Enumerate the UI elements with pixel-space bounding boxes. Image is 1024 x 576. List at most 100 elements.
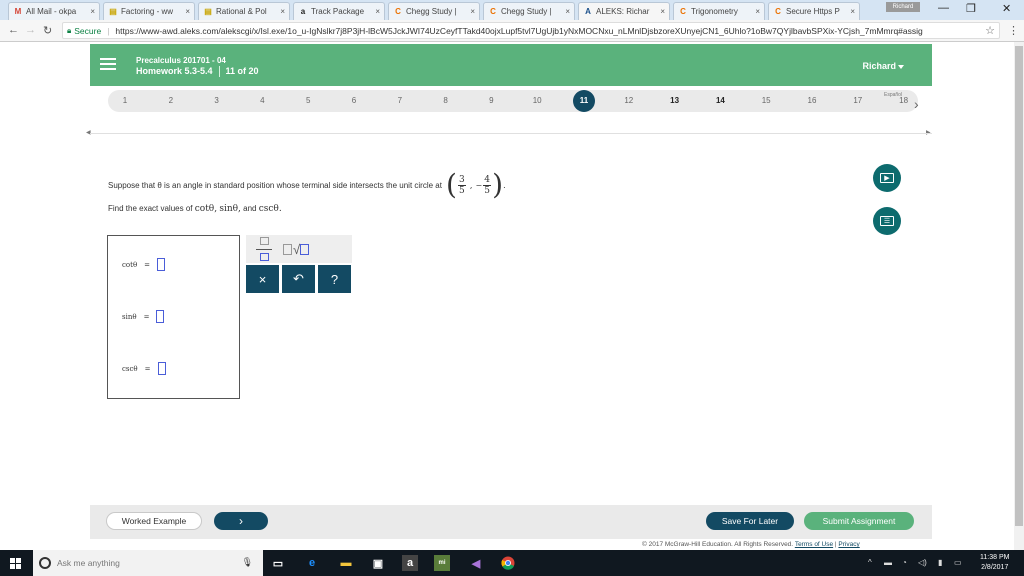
tab-close-icon[interactable]: × — [660, 7, 665, 16]
privacy-link[interactable]: Privacy — [838, 541, 859, 548]
file-explorer-icon[interactable]: ▬ — [338, 555, 354, 571]
wifi-icon[interactable]: ◔ — [902, 558, 907, 567]
url-text: https://www-awd.aleks.com/alekscgi/x/Isl… — [115, 25, 923, 36]
microphone-icon[interactable]: 🎙︎ — [242, 557, 253, 568]
browser-tab[interactable]: C Chegg Study | × — [483, 2, 575, 20]
submit-assignment-button[interactable]: Submit Assignment — [804, 512, 914, 530]
taskbar-clock[interactable]: 11:38 PM 2/8/2017 — [980, 553, 1009, 573]
next-button[interactable]: › — [214, 512, 268, 530]
question-nav-item[interactable]: 12 — [619, 94, 639, 108]
equals-sign: = — [143, 312, 150, 321]
tab-close-icon[interactable]: × — [755, 7, 760, 16]
espanol-link[interactable]: Español — [884, 92, 902, 98]
tab-title: Factoring - ww — [121, 7, 174, 16]
question-nav-item[interactable]: 16 — [802, 94, 822, 108]
sqrt-template-icon[interactable]: √ — [283, 242, 310, 257]
scroll-thumb[interactable] — [1015, 46, 1023, 526]
cortana-search-box[interactable]: Ask me anything 🎙︎ — [33, 550, 263, 576]
cot-answer-input[interactable] — [157, 258, 166, 271]
question-nav-item[interactable]: 1 — [115, 94, 135, 108]
browser-tab[interactable]: C Secure Https P × — [768, 2, 860, 20]
url-field[interactable]: 🔒︎ Secure | https://www-awd.aleks.com/al… — [62, 22, 1000, 39]
browser-tab-strip: M All Mail - okpa × ▤ Factoring - ww × ▤ Ration… — [0, 0, 1024, 20]
aleks-icon: A — [585, 7, 591, 16]
fraction-template-icon[interactable] — [256, 237, 272, 261]
tab-title: All Mail - okpa — [26, 7, 77, 16]
undo-button[interactable]: ↶ — [282, 265, 315, 293]
app-icon[interactable]: mi — [434, 555, 450, 571]
browser-menu-icon[interactable]: ⋮ — [1008, 24, 1019, 37]
browser-tab[interactable]: a Track Package × — [293, 2, 385, 20]
minimize-button[interactable]: — — [938, 2, 949, 14]
question-nav-item[interactable]: 11 — [573, 90, 595, 112]
tray-chevron-icon[interactable]: ^ — [868, 558, 872, 567]
question-nav-item[interactable]: 15 — [756, 94, 776, 108]
task-view-icon[interactable]: ▭ — [270, 555, 286, 571]
worked-example-button[interactable]: Worked Example — [106, 512, 202, 530]
question-nav-item[interactable]: 4 — [252, 94, 272, 108]
amazon-app-icon[interactable]: a — [402, 555, 418, 571]
tab-close-icon[interactable]: × — [470, 7, 475, 16]
menu-icon[interactable] — [100, 58, 116, 70]
equals-sign: = — [144, 364, 151, 373]
browser-tab[interactable]: C Trigonometry × — [673, 2, 765, 20]
chegg-icon: C — [490, 7, 496, 16]
volume-icon[interactable]: ◁) — [918, 558, 927, 567]
question-nav-item[interactable]: 3 — [207, 94, 227, 108]
chrome-icon[interactable] — [500, 555, 516, 571]
homework-info: Homework 5.3-5.4 11 of 20 — [136, 66, 259, 77]
browser-tab[interactable]: ▤ Factoring - ww × — [103, 2, 195, 20]
tab-close-icon[interactable]: × — [280, 7, 285, 16]
csc-answer-input[interactable] — [157, 362, 166, 375]
battery-icon[interactable]: ▬ — [884, 558, 892, 567]
page-scrollbar[interactable] — [1014, 42, 1024, 550]
question-nav-item[interactable]: 14 — [710, 94, 730, 108]
point-y-numerator: 4 — [484, 174, 491, 185]
terms-link[interactable]: Terms of Use — [795, 541, 833, 548]
chevron-down-icon[interactable] — [898, 65, 904, 69]
question-nav-item[interactable]: 5 — [298, 94, 318, 108]
address-bar: ← → ↻ 🔒︎ Secure | https://www-awd.aleks.… — [0, 20, 1024, 42]
notification-icon[interactable]: ▮ — [938, 558, 942, 567]
tab-title: Trigonometry — [691, 7, 738, 16]
reload-icon[interactable]: ↻ — [43, 24, 52, 37]
question-nav-item[interactable]: 9 — [481, 94, 501, 108]
restore-button[interactable]: ❐ — [966, 2, 976, 15]
help-button[interactable]: ? — [318, 265, 351, 293]
bookmark-star-icon[interactable]: ☆ — [985, 24, 995, 37]
question-nav-item[interactable]: 7 — [390, 94, 410, 108]
forward-icon[interactable]: → — [25, 24, 36, 36]
tab-close-icon[interactable]: × — [90, 7, 95, 16]
question-nav-item[interactable]: 8 — [436, 94, 456, 108]
question-nav-item[interactable]: 6 — [344, 94, 364, 108]
question-nav-item[interactable]: 10 — [527, 94, 547, 108]
save-for-later-button[interactable]: Save For Later — [706, 512, 794, 530]
store-icon[interactable]: ▣ — [370, 555, 386, 571]
browser-tab[interactable]: A ALEKS: Richar × — [578, 2, 670, 20]
question-nav-item[interactable]: 13 — [665, 94, 685, 108]
edge-icon[interactable]: e — [304, 555, 320, 571]
video-button[interactable]: ▶ — [873, 164, 901, 192]
browser-user-badge[interactable]: Richard — [886, 2, 920, 12]
browser-tab[interactable]: ▤ Rational & Pol × — [198, 2, 290, 20]
back-icon[interactable]: ← — [8, 24, 19, 36]
tab-close-icon[interactable]: × — [185, 7, 190, 16]
browser-tab[interactable]: C Chegg Study | × — [388, 2, 480, 20]
tab-close-icon[interactable]: × — [375, 7, 380, 16]
browser-tab[interactable]: M All Mail - okpa × — [8, 2, 100, 20]
question-nav-item[interactable]: 17 — [848, 94, 868, 108]
windows-start-icon[interactable] — [10, 558, 21, 569]
visual-studio-icon[interactable]: ◀ — [468, 555, 484, 571]
question-nav-next-icon[interactable]: › — [914, 96, 919, 112]
keyboard-icon[interactable]: ▭ — [954, 558, 962, 567]
close-window-button[interactable]: ✕ — [1002, 2, 1011, 15]
user-menu[interactable]: Richard — [862, 61, 896, 71]
tab-close-icon[interactable]: × — [565, 7, 570, 16]
textbook-button[interactable]: ☰ — [873, 207, 901, 235]
clock-time: 11:38 PM — [980, 554, 1010, 561]
sin-answer-input[interactable] — [156, 310, 165, 323]
tab-close-icon[interactable]: × — [850, 7, 855, 16]
gmail-icon: M — [14, 7, 22, 16]
clear-button[interactable]: × — [246, 265, 279, 293]
question-nav-item[interactable]: 2 — [161, 94, 181, 108]
